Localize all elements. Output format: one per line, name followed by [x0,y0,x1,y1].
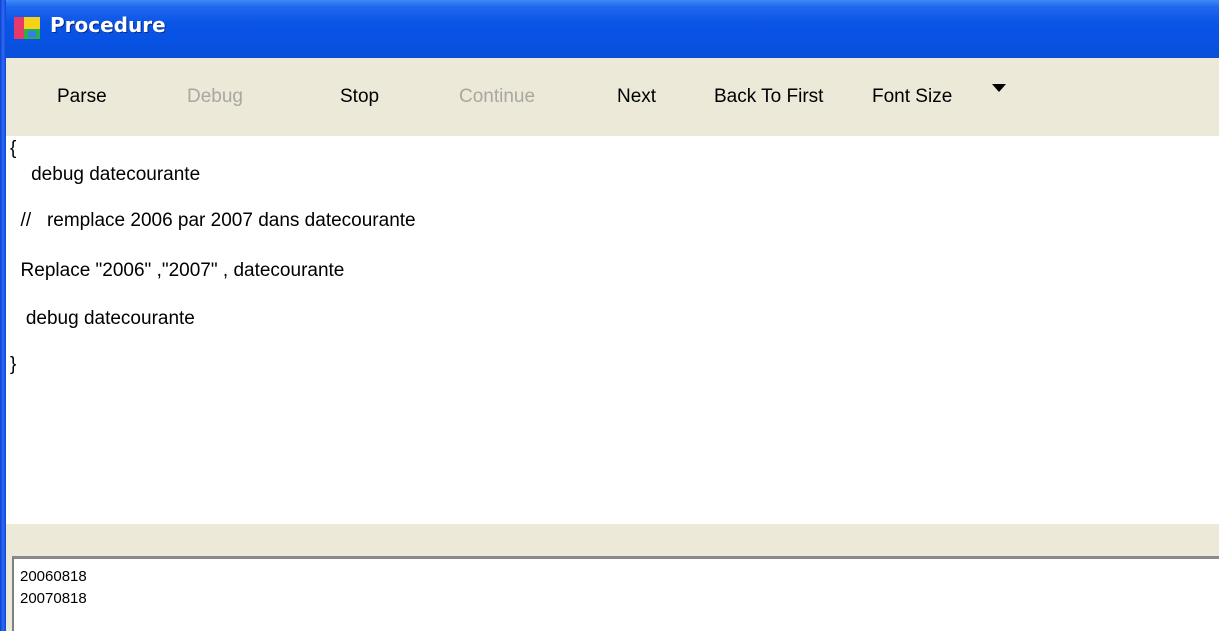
pane-splitter[interactable] [6,524,1219,556]
parse-button[interactable]: Parse [57,86,107,108]
back-to-first-button[interactable]: Back To First [714,86,823,108]
toolbar: Parse Debug Stop Continue Next Back To F… [6,58,1219,136]
code-line: debug datecourante [10,308,195,329]
font-size-button[interactable]: Font Size [872,86,952,108]
code-line: } [10,354,17,375]
code-line: Replace "2006" ,"2007" , datecourante [10,260,345,281]
code-editor[interactable]: { debug datecourante // remplace 2006 pa… [6,136,1219,524]
app-icon [14,17,40,39]
code-line: debug datecourante [10,164,201,185]
output-pane[interactable]: 20060818 20070818 [12,556,1219,631]
continue-button[interactable]: Continue [459,86,535,108]
procedure-window: Procedure Parse Debug Stop Continue Next… [0,0,1219,631]
title-bar[interactable]: Procedure [0,0,1219,58]
window-title: Procedure [50,13,166,37]
debug-button[interactable]: Debug [187,86,243,108]
code-line: // remplace 2006 par 2007 dans datecoura… [10,210,416,231]
next-button[interactable]: Next [617,86,656,108]
output-line: 20060818 [20,568,87,585]
font-size-dropdown-icon[interactable] [992,84,1006,92]
code-line: { [10,138,17,159]
output-line: 20070818 [20,590,87,607]
stop-button[interactable]: Stop [340,86,379,108]
